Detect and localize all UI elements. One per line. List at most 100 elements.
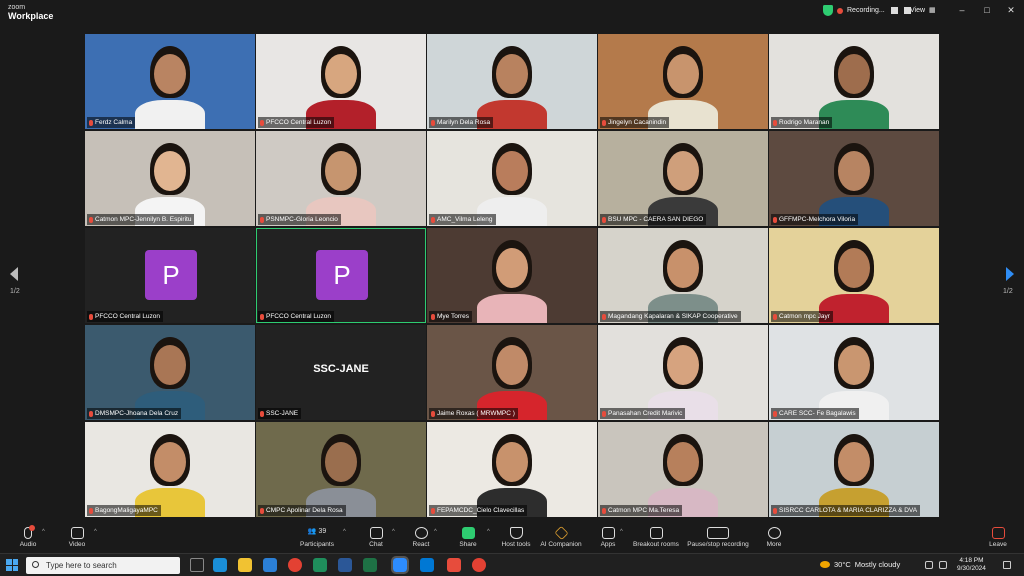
participant-tile[interactable]: PSNMPC-Gloria Leoncio [256, 131, 426, 226]
participant-name: AMC_Vilma Leleng [437, 216, 493, 223]
microphone-icon [24, 525, 35, 539]
participant-name-label: Jaime Roxas ( MRWMPC ) [429, 408, 518, 419]
participant-name: Mye Torres [437, 313, 470, 320]
chrome-icon[interactable] [288, 558, 302, 572]
participant-tile[interactable]: P PFCCO Central Luzon [256, 228, 426, 323]
more-dots-icon [767, 527, 781, 539]
participant-tile[interactable]: AMC_Vilma Leleng [427, 131, 597, 226]
file-explorer-icon[interactable] [238, 558, 252, 572]
taskbar-clock[interactable]: 4:18 PM 9/30/2024 [957, 557, 986, 573]
participant-name-label: Magandang Kapalaran & SIKAP Cooperative [600, 311, 741, 322]
participant-tile[interactable]: SISRCC CARLOTA & MARIA CLARIZZA & DVA [769, 422, 939, 517]
participant-video [85, 422, 255, 517]
search-icon [32, 561, 39, 568]
participant-name: Catmon MPC-Jennilyn B. Espiritu [95, 216, 192, 223]
participant-name-label: Catmon mpc Jayr [771, 311, 833, 322]
recording-indicator[interactable]: Recording... [823, 5, 911, 16]
windows-start-icon[interactable] [6, 559, 18, 571]
task-view-icon[interactable] [190, 558, 204, 572]
participant-face [496, 248, 528, 288]
participant-video [427, 325, 597, 420]
view-button[interactable]: View ▦ [910, 6, 936, 15]
participants-button[interactable]: 👥 39 Participants [287, 527, 347, 548]
participant-video [769, 228, 939, 323]
logo-line2: Workplace [8, 11, 54, 21]
participant-tile[interactable]: Marilyn Dela Rosa [427, 34, 597, 129]
close-button[interactable]: ✕ [1004, 5, 1018, 16]
participant-name: FEPAMCDC_Cielo Clavecillas [437, 507, 525, 514]
store-icon[interactable] [420, 558, 434, 572]
edge-browser-icon[interactable] [213, 558, 227, 572]
participant-tile[interactable]: Catmon MPC Ma.Teresa [598, 422, 768, 517]
participant-face [325, 151, 357, 191]
publisher-icon[interactable] [313, 558, 327, 572]
participant-tile[interactable]: Catmon MPC-Jennilyn B. Espiritu [85, 131, 255, 226]
apps-caret-icon[interactable]: ^ [620, 529, 623, 535]
video-button[interactable]: Video [47, 527, 107, 548]
react-caret-icon[interactable]: ^ [434, 529, 437, 535]
notifications-icon[interactable] [1003, 561, 1011, 569]
participant-face [667, 248, 699, 288]
participant-tile[interactable]: SSC-JANE SSC-JANE [256, 325, 426, 420]
video-options-caret-icon[interactable]: ^ [94, 529, 97, 535]
participant-tile[interactable]: P PFCCO Central Luzon [85, 228, 255, 323]
participant-tile[interactable]: CARE SCC- Fe Bagalawis [769, 325, 939, 420]
network-icon[interactable] [925, 561, 933, 569]
participant-face [496, 151, 528, 191]
participant-tile[interactable]: BagongMaligayaMPC [85, 422, 255, 517]
word-icon[interactable] [338, 558, 352, 572]
participant-tile[interactable]: DMSMPC-Jhoana Dela Cruz [85, 325, 255, 420]
participant-tile[interactable]: Catmon mpc Jayr [769, 228, 939, 323]
participant-tile[interactable]: Jaime Roxas ( MRWMPC ) [427, 325, 597, 420]
participant-figure [809, 228, 899, 323]
more-button[interactable]: More [744, 527, 804, 548]
participant-tile[interactable]: Rodrigo Maranan [769, 34, 939, 129]
participant-video [427, 422, 597, 517]
participant-video [427, 34, 597, 129]
participant-tile[interactable]: Ferdz Calma [85, 34, 255, 129]
breakout-rooms-button[interactable]: Breakout rooms [626, 527, 686, 548]
participant-video [769, 422, 939, 517]
maximize-button[interactable]: □ [980, 5, 994, 15]
zoom-app-icon[interactable] [391, 556, 409, 574]
pause-icon[interactable] [890, 7, 898, 14]
participant-tile[interactable]: FEPAMCDC_Cielo Clavecillas [427, 422, 597, 517]
participant-name-label: Rodrigo Maranan [771, 117, 833, 128]
participant-name-label: PFCCO Central Luzon [87, 311, 164, 322]
page-indicator-right: 1/2 [1003, 288, 1013, 295]
muted-mic-icon [260, 410, 264, 417]
participant-tile[interactable]: Jingelyn Cacanindin [598, 34, 768, 129]
excel-icon[interactable] [363, 558, 377, 572]
muted-mic-icon [89, 410, 93, 417]
participant-tile[interactable]: CMPC Apolinar Dela Rosa [256, 422, 426, 517]
audio-options-caret-icon[interactable]: ^ [42, 529, 45, 535]
participant-name-label: SISRCC CARLOTA & MARIA CLARIZZA & DVA [771, 505, 921, 516]
mail-icon[interactable] [263, 558, 277, 572]
participant-face [838, 248, 870, 288]
app-icon-red[interactable] [447, 558, 461, 572]
muted-mic-icon [431, 216, 435, 223]
participant-tile[interactable]: PFCCO Central Luzon [256, 34, 426, 129]
chrome-icon-2[interactable] [472, 558, 486, 572]
participant-shoulders [477, 294, 547, 323]
leave-button[interactable]: Leave [968, 527, 1024, 548]
chat-icon [369, 527, 383, 539]
participant-face [838, 345, 870, 385]
next-page-icon[interactable] [1006, 267, 1014, 281]
participant-figure [125, 34, 215, 129]
participant-tile[interactable]: Mye Torres [427, 228, 597, 323]
participant-tile[interactable]: BSU MPC - CAERA SAN DIEGO [598, 131, 768, 226]
previous-page-icon[interactable] [10, 267, 18, 281]
participant-figure [296, 34, 386, 129]
muted-mic-icon [773, 313, 777, 320]
volume-icon[interactable] [939, 561, 947, 569]
participant-figure [467, 325, 557, 420]
participant-name: BSU MPC - CAERA SAN DIEGO [608, 216, 704, 223]
participant-tile[interactable]: Panasahan Credit Marivic [598, 325, 768, 420]
participant-tile[interactable]: Magandang Kapalaran & SIKAP Cooperative [598, 228, 768, 323]
participant-name-label: SSC-JANE [258, 408, 302, 419]
taskbar-search-box[interactable]: Type here to search [26, 557, 180, 574]
participant-tile[interactable]: GFFMPC-Melchora Viloria [769, 131, 939, 226]
minimize-button[interactable]: – [955, 5, 969, 15]
weather-widget[interactable]: 30°C Mostly cloudy [820, 560, 900, 569]
